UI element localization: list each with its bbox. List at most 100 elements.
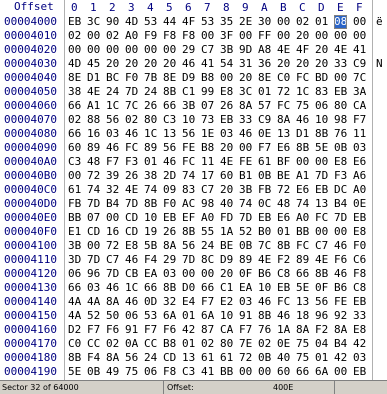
hex-byte-cell[interactable]: 52 [87, 309, 100, 323]
hex-byte-cell[interactable]: 91 [125, 323, 138, 337]
hex-byte-cell[interactable]: C8 [277, 267, 290, 281]
hex-byte-cell[interactable]: 20 [315, 43, 328, 57]
hex-byte-cell[interactable]: 1C [144, 127, 157, 141]
hex-byte-cell[interactable]: BE [220, 239, 233, 253]
hex-byte-cell[interactable]: 20 [296, 57, 309, 71]
hex-byte-cell[interactable]: 09 [163, 183, 176, 197]
hex-byte-cell[interactable]: 31 [239, 57, 252, 71]
hex-byte-cell[interactable]: 4A [68, 309, 81, 323]
hex-byte-cell[interactable]: 5E [296, 281, 309, 295]
hex-byte-cell[interactable]: 99 [201, 85, 214, 99]
hex-byte-cell[interactable]: 19 [144, 225, 157, 239]
hex-byte-cell[interactable]: 00 [315, 155, 328, 169]
hex-byte-cell[interactable]: 8B [296, 141, 309, 155]
hex-byte-cell[interactable]: CC [87, 337, 100, 351]
hex-byte-cell[interactable]: 0E [258, 127, 271, 141]
hex-byte-cell[interactable]: 46 [106, 141, 119, 155]
hex-byte-cell[interactable]: 35 [220, 15, 233, 29]
hex-byte-cell[interactable]: 4F [182, 15, 195, 29]
hex-byte-cell[interactable]: 0F [315, 281, 328, 295]
hex-byte-cell[interactable]: 41 [201, 365, 214, 379]
hex-row[interactable]: 00004030 4D 45 20 20 20 20 46 41 54 31 36 20 20 20 33 C9… [0, 57, 387, 71]
hex-byte-cell[interactable]: 8A [163, 239, 176, 253]
hex-row[interactable]: 00004160 D2 F7 F6 91 F7 F6 42 87 CA F7 76 1A 8A F2 8A E8 [0, 323, 387, 337]
hex-byte-cell[interactable]: 00 [334, 365, 347, 379]
hex-byte-cell[interactable]: BD [315, 71, 328, 85]
hex-byte-cell[interactable]: 00 [125, 43, 138, 57]
hex-byte-cell[interactable]: 88 [87, 113, 100, 127]
hex-byte-cell[interactable]: BF [277, 155, 290, 169]
hex-byte-cell[interactable]: 87 [201, 323, 214, 337]
hex-byte-cell[interactable]: F0 [125, 71, 138, 85]
hex-byte-cell[interactable]: 24 [144, 85, 157, 99]
hex-byte-cell[interactable]: 53 [144, 309, 157, 323]
hex-byte-cell[interactable]: 42 [334, 351, 347, 365]
hex-byte-cell[interactable]: 1C [296, 85, 309, 99]
hex-byte-cell[interactable]: CA [353, 99, 366, 113]
hex-byte-cell[interactable]: 33 [239, 113, 252, 127]
hex-byte-cell[interactable]: 02 [296, 15, 309, 29]
hex-byte-cell[interactable]: EB [163, 211, 176, 225]
hex-byte-cell[interactable]: 0D [144, 295, 157, 309]
hex-byte-cell[interactable]: 40 [277, 351, 290, 365]
hex-row[interactable]: 000040D0 FB 7D B4 7D 8B F0 AC 98 40 74 0C 48 74 13 B4 0E [0, 197, 387, 211]
hex-byte-cell[interactable]: 16 [87, 127, 100, 141]
hex-byte-cell[interactable]: 20 [163, 57, 176, 71]
hex-byte-cell[interactable]: 13 [296, 295, 309, 309]
hex-byte-cell[interactable]: 3B [220, 43, 233, 57]
hex-byte-cell[interactable]: FE [334, 295, 347, 309]
hex-byte-cell[interactable]: 46 [125, 253, 138, 267]
hex-byte-cell[interactable]: 01 [182, 337, 195, 351]
hex-byte-cell[interactable]: B8 [163, 337, 176, 351]
hex-byte-cell[interactable]: 00 [315, 29, 328, 43]
hex-byte-cell[interactable]: 72 [239, 351, 252, 365]
hex-byte-cell[interactable]: 38 [144, 169, 157, 183]
hex-byte-cell[interactable]: 01 [277, 225, 290, 239]
hex-byte-cell[interactable]: FF [258, 29, 271, 43]
hex-byte-cell[interactable]: 3C [239, 85, 252, 99]
hex-byte-cell[interactable]: 04 [315, 337, 328, 351]
ascii-text[interactable]: ë [376, 15, 383, 29]
hex-byte-cell[interactable]: C9 [353, 57, 366, 71]
hex-byte-cell[interactable]: F7 [201, 295, 214, 309]
hex-byte-cell[interactable]: 03 [239, 295, 252, 309]
hex-byte-cell[interactable]: 7C [353, 71, 366, 85]
hex-byte-cell[interactable]: 75 [296, 337, 309, 351]
hex-byte-cell[interactable]: 83 [182, 183, 195, 197]
hex-byte-cell[interactable]: F6 [106, 323, 119, 337]
hex-byte-cell[interactable]: A8 [258, 43, 271, 57]
hex-byte-cell[interactable]: 03 [87, 281, 100, 295]
hex-byte-cell[interactable]: 00 [258, 365, 271, 379]
hex-byte-cell[interactable]: C7 [201, 183, 214, 197]
hex-byte-cell[interactable]: 00 [106, 211, 119, 225]
hex-byte-cell[interactable]: 00 [353, 29, 366, 43]
hex-byte-cell[interactable]: 38 [68, 85, 81, 99]
hex-byte-cell[interactable]: 89 [239, 253, 252, 267]
hex-byte-cell[interactable]: BB [220, 365, 233, 379]
hex-byte-cell[interactable]: 8A [106, 295, 119, 309]
hex-byte-cell[interactable]: 56 [315, 295, 328, 309]
hex-byte-cell[interactable]: FC [296, 71, 309, 85]
hex-byte-cell[interactable]: 0B [334, 141, 347, 155]
hex-byte-cell[interactable]: C7 [106, 253, 119, 267]
hex-byte-cell[interactable]: 02 [106, 337, 119, 351]
hex-byte-cell[interactable]: 06 [125, 309, 138, 323]
hex-byte-cell[interactable]: C8 [353, 281, 366, 295]
hex-row[interactable]: 00004190 5E 0B 49 75 06 F8 C3 41 BB 00 00 60 66 6A 00 EB [0, 365, 387, 379]
hex-byte-cell[interactable]: EB [277, 281, 290, 295]
hex-byte-cell[interactable]: 4E [220, 155, 233, 169]
hex-byte-cell[interactable]: 75 [296, 351, 309, 365]
hex-byte-cell[interactable]: 0B [87, 365, 100, 379]
hex-byte-cell[interactable]: 8B [258, 309, 271, 323]
hex-byte-cell[interactable]: 26 [144, 99, 157, 113]
hex-byte-cell[interactable]: 0E [353, 197, 366, 211]
hex-byte-cell[interactable]: EA [144, 267, 157, 281]
hex-byte-cell[interactable]: 4E [258, 253, 271, 267]
hex-byte-cell[interactable]: E8 [220, 85, 233, 99]
hex-byte-cell[interactable]: A0 [201, 211, 214, 225]
hex-byte-cell[interactable]: 0E [277, 337, 290, 351]
hex-byte-cell[interactable]: 5E [315, 141, 328, 155]
hex-byte-cell[interactable]: 46 [334, 267, 347, 281]
hex-byte-cell[interactable]: 83 [315, 85, 328, 99]
hex-byte-cell[interactable]: 60 [68, 141, 81, 155]
